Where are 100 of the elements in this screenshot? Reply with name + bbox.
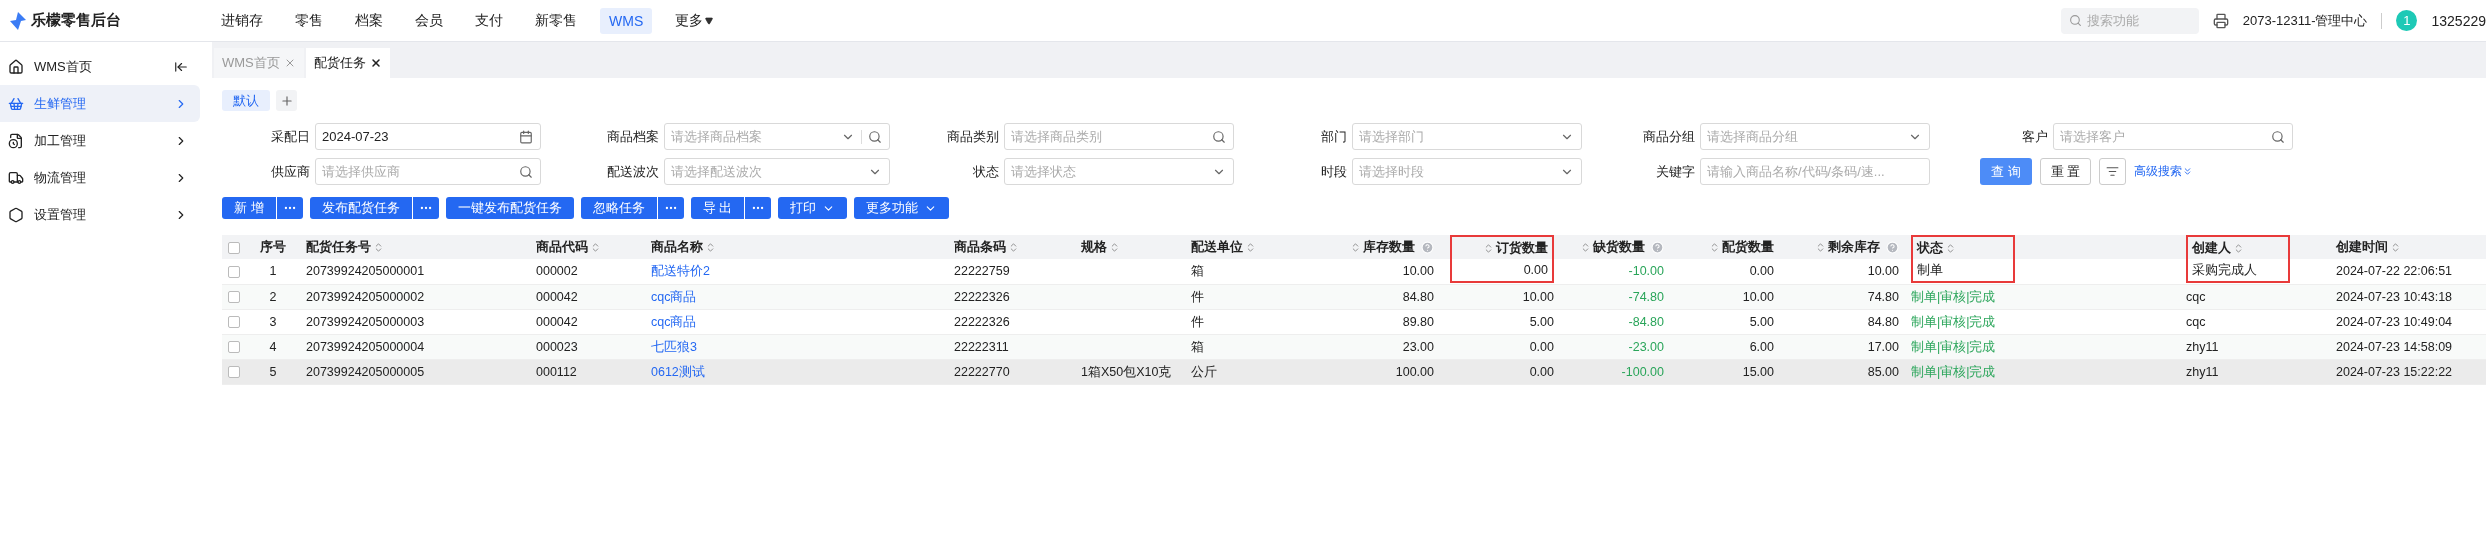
table-cell: 20739924205000004 bbox=[306, 339, 425, 354]
table-cell: 000042 bbox=[536, 289, 578, 304]
nav-item[interactable]: 更多 bbox=[666, 6, 723, 35]
tab[interactable]: 配货任务 bbox=[305, 48, 390, 78]
table-row[interactable]: 3 20739924205000003 000042 cqc商品 22222326 件 89.80 5.00 -84.80 5.00 84.80 制单|审核|完成 cqc 2024-07-23 10:49:04 bbox=[222, 309, 2486, 334]
basket-icon bbox=[8, 95, 24, 112]
filter-label: 配送波次 bbox=[606, 162, 659, 181]
table-cell: 1 bbox=[269, 264, 277, 278]
table-cell: 15.00 bbox=[1742, 364, 1774, 379]
sort-icon[interactable] bbox=[705, 241, 716, 253]
product-link[interactable]: 0612测试 bbox=[651, 364, 705, 379]
search-field[interactable]: 搜索功能 bbox=[2060, 7, 2199, 34]
sidebar-item[interactable]: 设置管理 bbox=[0, 196, 200, 233]
table-cell: 4 bbox=[269, 339, 277, 354]
reset-button[interactable]: 重 置 bbox=[2039, 158, 2092, 185]
sort-icon[interactable] bbox=[1008, 241, 1019, 253]
sort-icon[interactable] bbox=[1580, 241, 1591, 253]
search-field[interactable]: 请选择商品类别 bbox=[1004, 123, 1234, 150]
close-icon[interactable] bbox=[369, 57, 382, 69]
select-field[interactable]: 请选择时段 bbox=[1352, 158, 1582, 185]
search-field[interactable]: 请选择供应商 bbox=[315, 158, 541, 185]
input-field[interactable]: 请输入商品名称/代码/条码/速... bbox=[1700, 158, 1930, 185]
dropdown-button[interactable]: 更多功能 bbox=[854, 197, 950, 219]
action-button[interactable]: 新 增 bbox=[222, 197, 276, 219]
select-field[interactable]: 请选择商品档案 bbox=[664, 123, 890, 150]
table-cell: 000002 bbox=[536, 264, 578, 278]
select-field[interactable]: 请选择状态 bbox=[1004, 158, 1234, 185]
sidebar-item[interactable]: 生鲜管理 bbox=[0, 85, 200, 122]
nav-item[interactable]: WMS bbox=[600, 7, 653, 34]
sort-icon[interactable] bbox=[1945, 242, 1956, 254]
table-row[interactable]: 5 20739924205000005 000112 0612测试 22222770 1箱X50包X10克 公斤 100.00 0.00 -100.00 15.00 85.00 制单|审核|完成 zhy11 2024-07-23 15:22:22 bbox=[222, 359, 2486, 384]
nav-item[interactable]: 档案 bbox=[346, 6, 392, 35]
sort-icon[interactable] bbox=[2390, 241, 2401, 253]
collapse-icon[interactable] bbox=[174, 59, 188, 74]
product-link[interactable]: cqc商品 bbox=[651, 314, 697, 329]
sort-icon[interactable] bbox=[1245, 241, 1256, 253]
nav-item[interactable]: 会员 bbox=[406, 6, 452, 35]
dropdown-button[interactable]: 打印 bbox=[778, 197, 848, 219]
sidebar-item[interactable]: 物流管理 bbox=[0, 159, 200, 196]
more-button[interactable] bbox=[412, 197, 439, 219]
action-button[interactable]: 发布配货任务 bbox=[309, 197, 412, 219]
sort-icon[interactable] bbox=[373, 241, 384, 253]
table-cell: zhy11 bbox=[2186, 339, 2219, 354]
nav-item[interactable]: 进销存 bbox=[212, 6, 272, 35]
select-field[interactable]: 请选择部门 bbox=[1352, 123, 1582, 150]
table-cell: 2 bbox=[269, 289, 277, 304]
checkbox[interactable] bbox=[228, 291, 240, 304]
date-field[interactable]: 2024-07-23 bbox=[315, 123, 541, 150]
product-link[interactable]: 七匹狼3 bbox=[651, 339, 697, 354]
table-cell: 箱 bbox=[1191, 264, 1204, 278]
table-cell: 10.00 bbox=[1867, 264, 1899, 278]
printer-icon[interactable] bbox=[2212, 12, 2229, 29]
logo-icon bbox=[10, 11, 26, 30]
table-cell: 0.00 bbox=[1450, 259, 1554, 283]
checkbox[interactable] bbox=[228, 366, 240, 379]
table-cell: 3 bbox=[269, 314, 277, 329]
sort-icon[interactable] bbox=[2233, 242, 2244, 254]
more-button[interactable] bbox=[745, 197, 772, 219]
action-button[interactable]: 导 出 bbox=[690, 197, 745, 219]
sidebar-item[interactable]: 加工管理 bbox=[0, 122, 200, 159]
table-cell: 10.00 bbox=[1742, 289, 1774, 304]
sort-icon[interactable] bbox=[1109, 241, 1120, 253]
filter-settings-button[interactable] bbox=[2099, 158, 2127, 185]
help-icon[interactable] bbox=[1421, 240, 1434, 254]
checkbox[interactable] bbox=[228, 341, 240, 354]
sort-icon[interactable] bbox=[1350, 241, 1361, 253]
help-icon[interactable] bbox=[1886, 240, 1899, 254]
checkbox[interactable] bbox=[228, 265, 240, 278]
sort-icon[interactable] bbox=[1483, 242, 1494, 254]
user-name[interactable]: 1325229 bbox=[2431, 12, 2486, 29]
table-cell: 6.00 bbox=[1749, 339, 1774, 354]
table-cell: 件 bbox=[1191, 289, 1204, 304]
sort-icon[interactable] bbox=[1815, 241, 1826, 253]
view-button[interactable]: 默认 bbox=[222, 90, 270, 111]
store-name[interactable]: 2073-12311-管理中心 bbox=[2242, 11, 2368, 30]
sidebar-item[interactable]: WMS首页 bbox=[0, 48, 200, 85]
product-link[interactable]: 配送特价2 bbox=[651, 264, 710, 278]
nav-item[interactable]: 零售 bbox=[286, 6, 332, 35]
table-row[interactable]: 4 20739924205000004 000023 七匹狼3 22222311 箱 23.00 0.00 -23.00 6.00 17.00 制单|审核|完成 zhy11 2024-07-23 14:58:09 bbox=[222, 334, 2486, 359]
sort-icon[interactable] bbox=[590, 241, 601, 253]
advanced-search-link[interactable]: 高级搜索 bbox=[2134, 163, 2194, 180]
table-row[interactable]: 1 20739924205000001 000002 配送特价2 22222759 箱 10.00 0.00 -10.00 0.00 10.00 制单 采购完成人 2024-07-22 22:06:51 bbox=[222, 259, 2486, 284]
search-field[interactable]: 请选择客户 bbox=[2053, 123, 2293, 150]
checkbox[interactable] bbox=[228, 316, 240, 329]
sort-icon[interactable] bbox=[1709, 241, 1720, 253]
product-link[interactable]: cqc商品 bbox=[651, 289, 697, 304]
table-cell: 74.80 bbox=[1867, 289, 1899, 304]
nav-item[interactable]: 支付 bbox=[466, 6, 512, 35]
nav-item[interactable]: 新零售 bbox=[526, 6, 586, 35]
action-button[interactable]: 忽略任务 bbox=[580, 197, 657, 219]
checkbox[interactable] bbox=[228, 241, 240, 254]
table-row[interactable]: 2 20739924205000002 000042 cqc商品 22222326 件 84.80 10.00 -74.80 10.00 74.80 制单|审核|完成 cqc 2024-07-23 10:43:18 bbox=[222, 284, 2486, 309]
help-icon[interactable] bbox=[1651, 240, 1664, 254]
more-button[interactable] bbox=[276, 197, 303, 219]
action-button[interactable]: 一键发布配货任务 bbox=[445, 197, 574, 219]
table-cell: 22222770 bbox=[954, 364, 1010, 379]
more-button[interactable] bbox=[657, 197, 684, 219]
select-field[interactable]: 请选择配送波次 bbox=[664, 158, 890, 185]
add-view-button[interactable] bbox=[276, 90, 297, 111]
select-field[interactable]: 请选择商品分组 bbox=[1700, 123, 1930, 150]
